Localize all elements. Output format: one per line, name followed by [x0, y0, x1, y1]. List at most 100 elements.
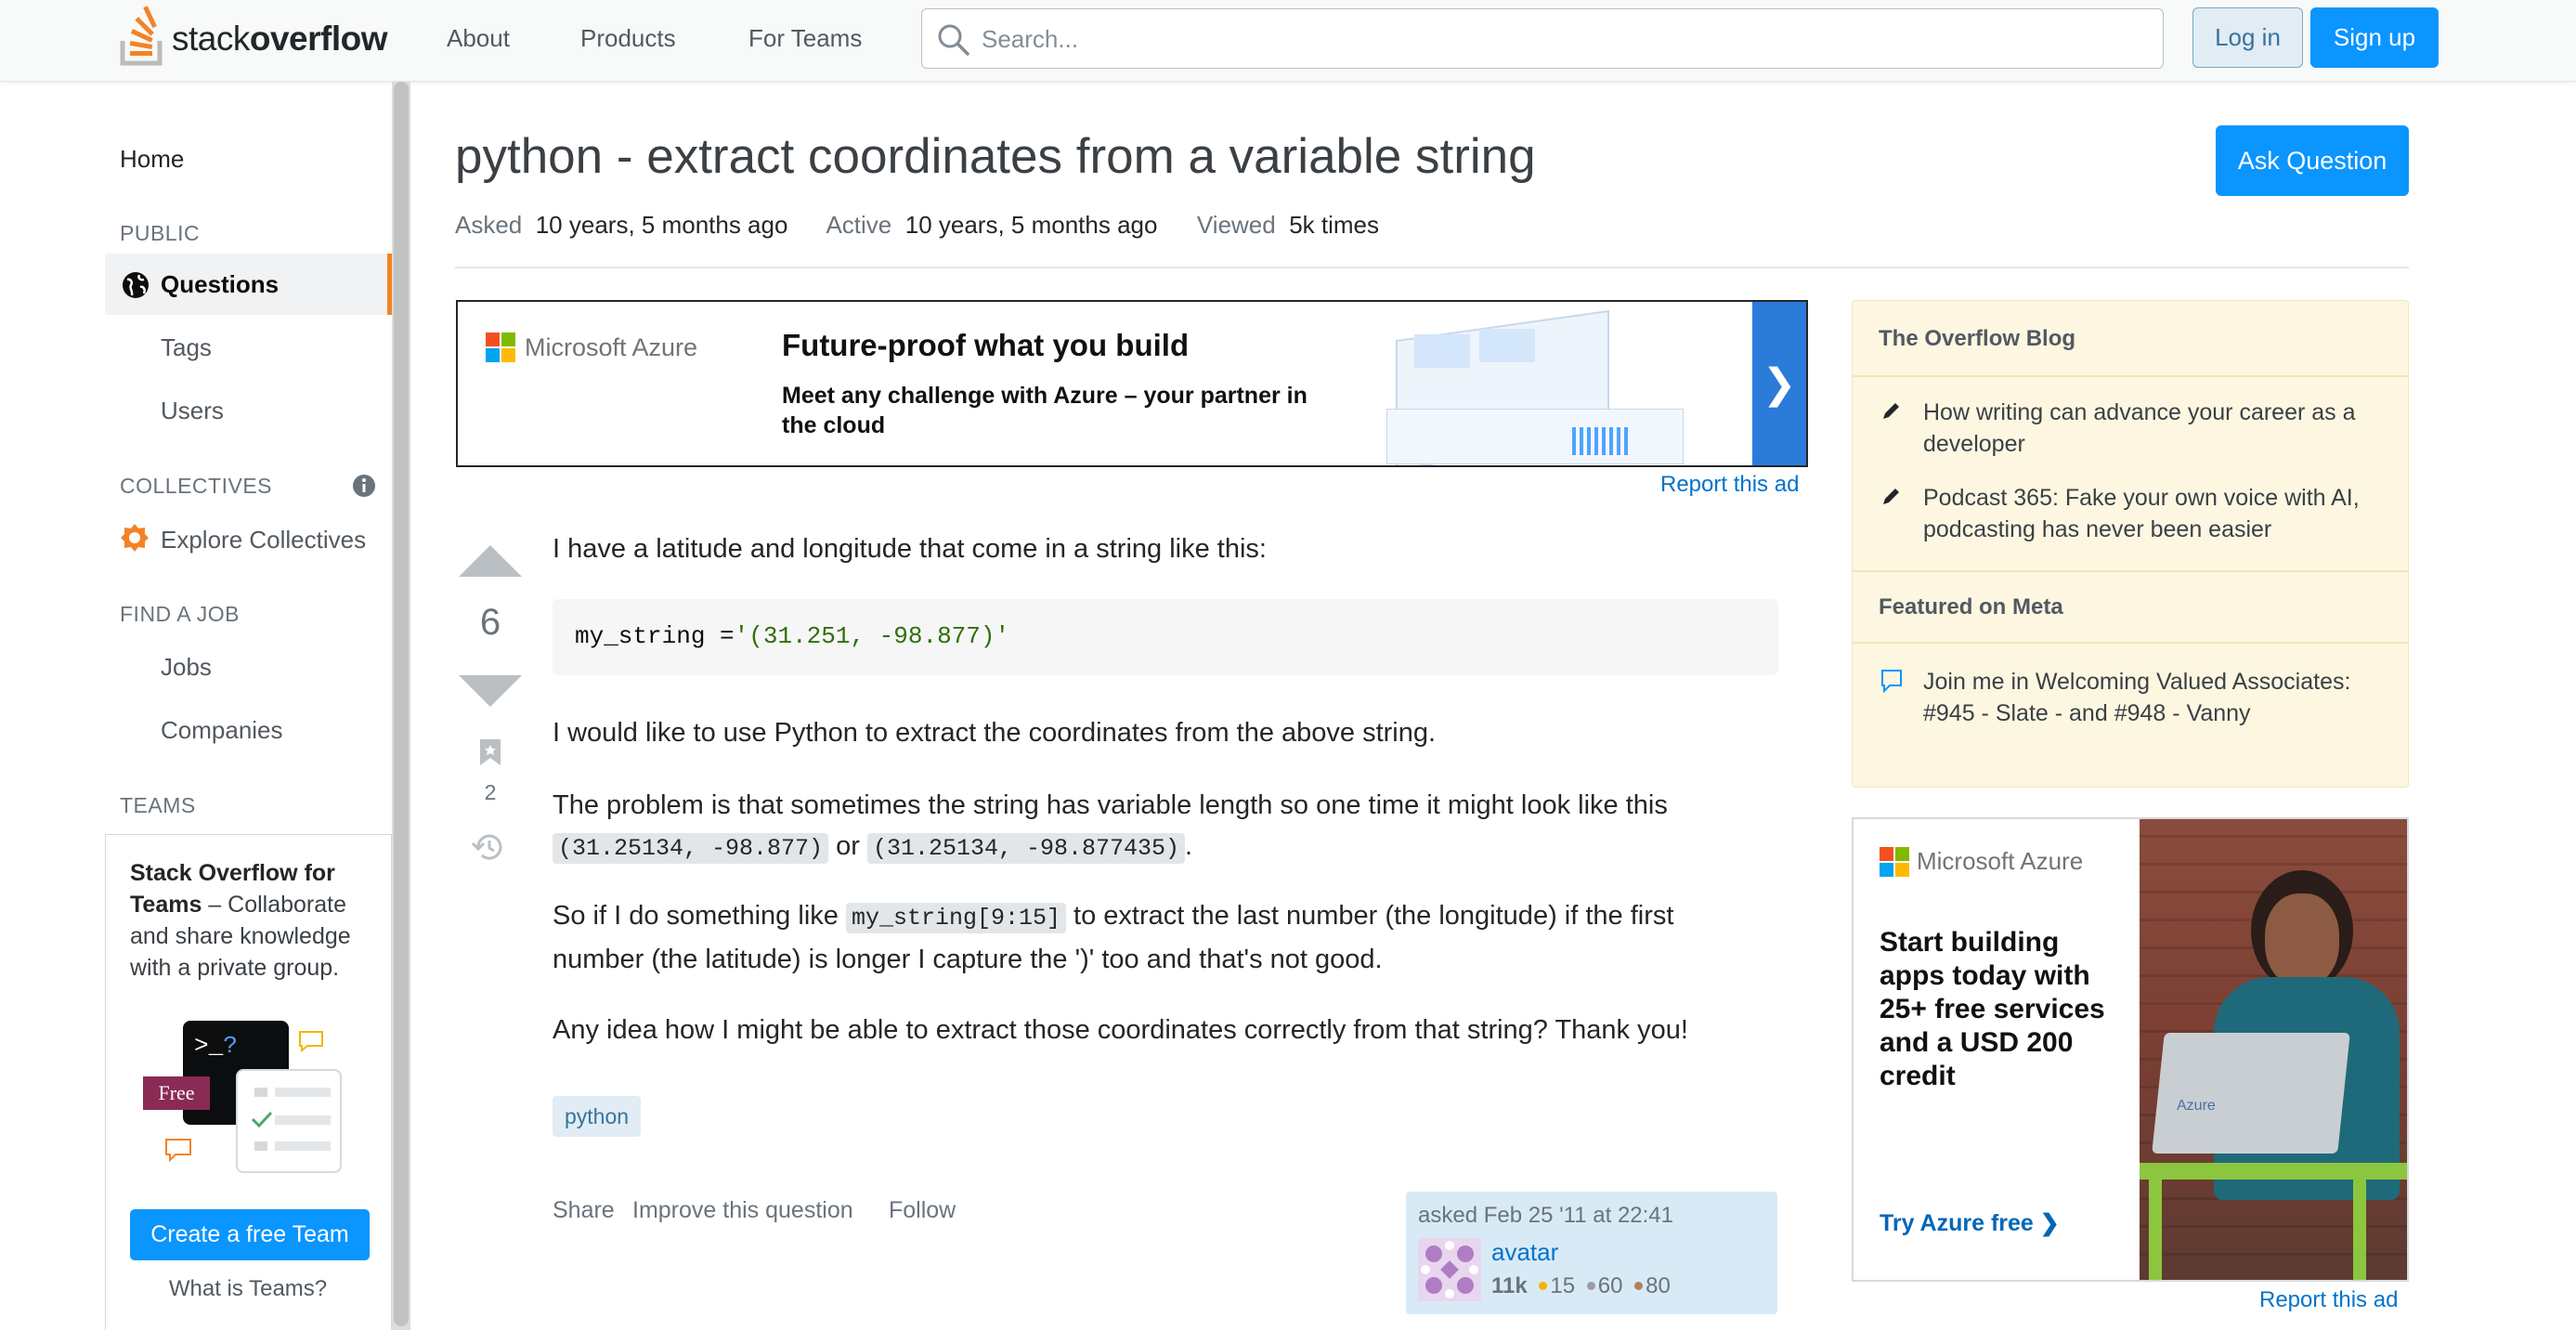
- reputation-score: 11k: [1491, 1273, 1528, 1298]
- blog-title: The Overflow Blog: [1879, 326, 2076, 351]
- bronze-badge-count: 80: [1646, 1273, 1671, 1298]
- inline-code: (31.25134, -98.877): [553, 833, 829, 864]
- logo-text-bold: overflow: [249, 20, 388, 58]
- active-value[interactable]: 10 years, 5 months ago: [905, 211, 1158, 239]
- silver-badge-count: 60: [1597, 1273, 1623, 1298]
- nav-products[interactable]: Products: [580, 24, 676, 53]
- question-paragraph: The problem is that sometimes the string…: [553, 785, 1797, 869]
- section-public: PUBLIC: [120, 221, 201, 245]
- stack-logo-icon: [120, 6, 163, 66]
- gold-badge-icon: [1539, 1282, 1548, 1290]
- follow-link[interactable]: Follow: [889, 1197, 956, 1224]
- ad1-headline: Future-proof what you build: [782, 328, 1190, 362]
- silver-badge-icon: [1586, 1282, 1595, 1290]
- terminal-prompt-icon: >_?: [194, 1032, 238, 1060]
- share-link[interactable]: Share: [553, 1197, 615, 1224]
- search-input[interactable]: Search...: [921, 8, 2164, 69]
- question-paragraph: I would like to use Python to extract th…: [553, 718, 1437, 748]
- active-label: Active: [826, 211, 892, 239]
- featured-meta-title: Featured on Meta: [1879, 594, 2063, 619]
- what-is-teams-link[interactable]: What is Teams?: [106, 1276, 390, 1302]
- teams-promo-text: Stack Overflow for Teams – Collaborate a…: [130, 857, 381, 984]
- paragraph-text: .: [1185, 831, 1193, 861]
- nav-for-teams[interactable]: For Teams: [748, 24, 862, 53]
- blog-item-link[interactable]: How writing can advance your career as a…: [1923, 397, 2387, 460]
- user-reputation: 11k 15 60 80: [1491, 1273, 1671, 1299]
- divider: [455, 267, 2409, 268]
- ad1-subtext: Meet any challenge with Azure – your par…: [782, 383, 1308, 438]
- banner-ad[interactable]: Microsoft Azure Future-proof what you bu…: [456, 300, 1808, 467]
- gold-badge-count: 15: [1550, 1273, 1576, 1298]
- teams-illustration: >_? Free: [138, 1021, 352, 1179]
- upvote-icon[interactable]: [459, 545, 522, 577]
- code-block: my_string ='(31.251, -98.877)': [553, 599, 1778, 675]
- paragraph-text: number (the latitude) is longer I captur…: [553, 945, 1383, 974]
- question-paragraph: Any idea how I might be able to extract …: [553, 1015, 1688, 1045]
- sidebar-item-users[interactable]: Users: [161, 397, 224, 425]
- stackoverflow-logo[interactable]: stackoverflow: [119, 6, 397, 67]
- search-placeholder: Search...: [982, 25, 1079, 53]
- sidebar-scrollbar-thumb[interactable]: [394, 82, 409, 1326]
- user-card: asked Feb 25 '11 at 22:41 avatar 11k 15 …: [1406, 1192, 1777, 1314]
- inline-code: my_string[9:15]: [845, 903, 1066, 933]
- microsoft-logo-icon: [1880, 847, 1909, 877]
- ad2-cta[interactable]: Try Azure free ❯: [1880, 1209, 2060, 1237]
- chat-bubble-icon: [299, 1031, 323, 1052]
- paragraph-text: or: [828, 831, 867, 861]
- improve-question-link[interactable]: Improve this question: [632, 1197, 853, 1224]
- question-title[interactable]: python - extract coordinates from a vari…: [455, 128, 1536, 185]
- tag-python[interactable]: python: [553, 1096, 642, 1137]
- overflow-blog-widget: The Overflow Blog How writing can advanc…: [1852, 300, 2409, 788]
- ad1-brand: Microsoft Azure: [525, 333, 698, 361]
- inline-code: (31.25134, -98.877435): [866, 833, 1186, 864]
- history-icon[interactable]: [471, 830, 506, 864]
- sidebar-item-home[interactable]: Home: [120, 145, 184, 174]
- sidebar-item-explore-collectives[interactable]: Explore Collectives: [161, 526, 366, 554]
- section-teams: TEAMS: [120, 793, 196, 817]
- sidebar-item-questions[interactable]: Questions: [105, 254, 392, 315]
- section-collectives: COLLECTIVES: [120, 474, 272, 498]
- sidebar-questions-label: Questions: [161, 270, 280, 298]
- blog-item-link[interactable]: Podcast 365: Fake your own voice with AI…: [1923, 482, 2387, 545]
- question-paragraph: So if I do something like my_string[9:15…: [553, 895, 1797, 980]
- search-icon: [938, 24, 969, 56]
- viewed-value: 5k times: [1289, 211, 1379, 239]
- downvote-icon[interactable]: [459, 675, 522, 707]
- speech-bubble-icon: [1881, 670, 1902, 693]
- logo-text-light: stack: [172, 20, 250, 58]
- report-ad-link[interactable]: Report this ad: [2259, 1287, 2398, 1313]
- asked-value: 10 years, 5 months ago: [535, 211, 788, 239]
- vote-count: 6: [479, 602, 501, 643]
- info-icon[interactable]: [352, 474, 376, 498]
- bookmark-count: 2: [484, 780, 497, 804]
- chat-bubble-icon: [165, 1139, 191, 1162]
- create-team-button[interactable]: Create a free Team: [130, 1209, 370, 1260]
- login-button[interactable]: Log in: [2192, 7, 2303, 68]
- teams-promo: Stack Overflow for Teams – Collaborate a…: [105, 834, 392, 1330]
- code-string: '(31.251, -98.877)': [734, 622, 1010, 650]
- nav-about[interactable]: About: [447, 24, 510, 53]
- microsoft-logo-icon: [486, 332, 515, 362]
- code-prefix: my_string =: [575, 622, 735, 650]
- chevron-right-icon[interactable]: ❯: [1752, 302, 1806, 465]
- asked-timestamp: asked Feb 25 '11 at 22:41: [1418, 1203, 1674, 1228]
- report-ad-link[interactable]: Report this ad: [1660, 472, 1799, 498]
- paragraph-text: to extract the last number (the longitud…: [1066, 901, 1674, 931]
- collectives-icon: [121, 524, 149, 552]
- question-meta: Asked 10 years, 5 months ago Active 10 y…: [455, 211, 1379, 240]
- bronze-badge-icon: [1634, 1282, 1644, 1290]
- sidebar-item-tags[interactable]: Tags: [161, 333, 212, 362]
- paragraph-text: So if I do something like: [553, 901, 846, 931]
- pencil-icon: [1883, 403, 1899, 419]
- sidebar-ad[interactable]: Microsoft Azure Start building apps toda…: [1852, 817, 2409, 1282]
- ask-question-button[interactable]: Ask Question: [2216, 125, 2409, 196]
- signup-button[interactable]: Sign up: [2310, 7, 2439, 68]
- sidebar-item-companies[interactable]: Companies: [161, 716, 283, 745]
- meta-item-link[interactable]: Join me in Welcoming Valued Associates: …: [1923, 666, 2387, 729]
- bookmark-icon[interactable]: [478, 737, 502, 767]
- user-name-link[interactable]: avatar: [1491, 1238, 1558, 1267]
- avatar[interactable]: [1418, 1238, 1481, 1301]
- sidebar-item-jobs[interactable]: Jobs: [161, 653, 212, 682]
- free-badge: Free: [143, 1076, 210, 1110]
- ad1-dashboard-image: [1331, 309, 1749, 465]
